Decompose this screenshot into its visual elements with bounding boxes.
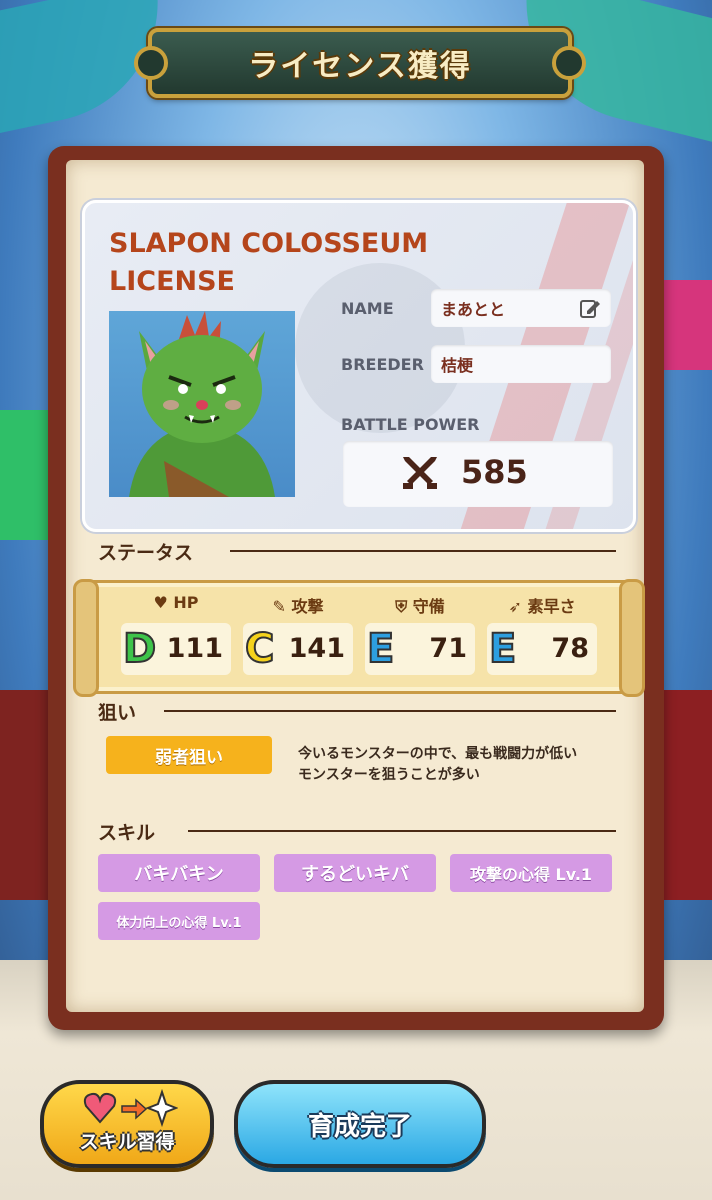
monster-portrait xyxy=(109,311,295,497)
status-heading: ステータス xyxy=(98,542,194,564)
divider xyxy=(188,830,616,832)
stat-value: 111 xyxy=(166,633,223,664)
crossed-swords-icon xyxy=(399,453,441,499)
battle-power-value: 585 xyxy=(461,453,528,491)
decor-flag-green xyxy=(0,410,50,540)
skill-learn-button[interactable]: スキル習得 xyxy=(40,1080,214,1168)
skill-chip[interactable]: バキバキン xyxy=(98,854,260,892)
grade-letter: E xyxy=(366,625,395,673)
status-scroll: ♥ HP D 111 ✎ 攻撃 C 141 ⛨ 守備 E 71 ➶ 素早さ E … xyxy=(73,579,645,697)
skill-chip[interactable]: 体力向上の心得 Lv.1 xyxy=(98,902,260,940)
grade-letter: D xyxy=(122,625,157,673)
edit-icon[interactable] xyxy=(579,297,601,323)
divider xyxy=(230,550,616,552)
name-label: NAME xyxy=(341,299,394,318)
shield-icon: ⛨ xyxy=(395,597,408,616)
aim-heading: 狙い xyxy=(98,702,137,724)
aim-description: 今いるモンスターの中で、最も戦闘力が低い モンスターを狙うことが多い xyxy=(298,746,578,783)
stat-value: 78 xyxy=(551,633,589,664)
battle-power-label: BATTLE POWER xyxy=(341,415,480,434)
skill-chip[interactable]: 攻撃の心得 Lv.1 xyxy=(450,854,612,892)
title-banner: ライセンス獲得 xyxy=(134,28,586,98)
page-title: ライセンス獲得 xyxy=(248,49,472,84)
license-title: SLAPON COLOSSEUM LICENSE xyxy=(109,228,429,297)
aim-badge: 弱者狙い xyxy=(106,736,272,774)
breeder-label: BREEDER xyxy=(341,355,424,374)
boot-icon: ➶ xyxy=(508,597,522,616)
stat-value: 141 xyxy=(288,633,345,664)
stat-value: 71 xyxy=(429,633,467,664)
ornament-icon xyxy=(134,46,168,80)
grade-letter: E xyxy=(488,625,517,673)
stat-attack: ✎ 攻撃 C 141 xyxy=(239,593,357,681)
skill-chip[interactable]: するどいキバ xyxy=(274,854,436,892)
decor-flag-pink xyxy=(662,280,712,370)
decor-stands-right xyxy=(656,690,712,900)
stat-speed: ➶ 素早さ E 78 xyxy=(483,593,601,681)
breeder-field: 桔梗 xyxy=(431,345,611,383)
heart-icon: ♥ xyxy=(153,593,168,612)
goblin-monster-image xyxy=(129,311,275,497)
battle-power-box: 585 xyxy=(343,441,613,507)
skills-heading: スキル xyxy=(98,822,156,844)
divider xyxy=(164,710,616,712)
grade-letter: C xyxy=(244,625,275,673)
attack-icon: ✎ xyxy=(272,597,286,616)
name-field[interactable]: まあとと xyxy=(431,289,611,327)
stat-hp: ♥ HP D 111 xyxy=(117,593,235,681)
stat-defense: ⛨ 守備 E 71 xyxy=(361,593,479,681)
license-card: SLAPON COLOSSEUM LICENSE NAME まあとと BREED… xyxy=(82,200,636,532)
heart-arrow-sparkle-icon xyxy=(82,1088,179,1132)
finish-training-button[interactable]: 育成完了 xyxy=(234,1080,486,1168)
ornament-icon xyxy=(552,46,586,80)
